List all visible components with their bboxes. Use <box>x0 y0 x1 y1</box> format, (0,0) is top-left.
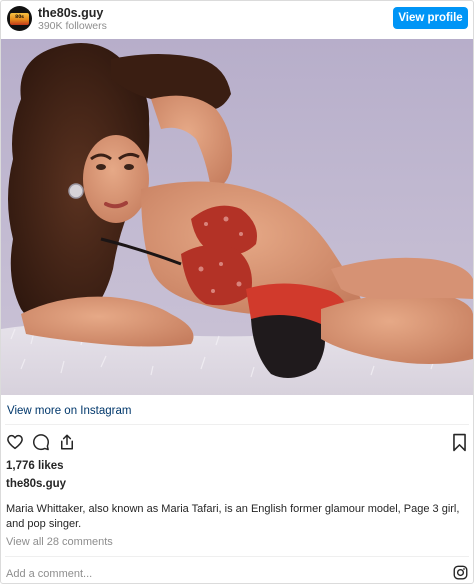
instagram-embed: 80s the80s.guy 390K followers View profi… <box>0 0 474 584</box>
divider <box>5 556 469 557</box>
avatar[interactable]: 80s <box>7 6 32 31</box>
thigh <box>331 257 473 300</box>
account-username[interactable]: the80s.guy <box>38 6 103 20</box>
left-eye <box>96 164 106 170</box>
bookmark-icon[interactable] <box>451 433 468 452</box>
post-image[interactable] <box>1 39 473 395</box>
follower-count: 390K followers <box>38 20 107 32</box>
comment-icon[interactable] <box>32 433 50 451</box>
post-caption: Maria Whittaker, also known as Maria Taf… <box>6 503 460 530</box>
share-icon[interactable] <box>58 433 76 451</box>
face <box>83 135 149 223</box>
post-username[interactable]: the80s.guy <box>6 477 66 491</box>
heart-icon[interactable] <box>6 433 24 451</box>
avatar-logo: 80s <box>10 12 29 25</box>
view-more-link[interactable]: View more on Instagram <box>7 404 131 418</box>
add-comment-input[interactable] <box>6 567 426 581</box>
like-count[interactable]: 1,776 likes <box>6 459 64 473</box>
earring <box>68 183 84 199</box>
divider <box>5 424 469 425</box>
avatar-logo-text: 80s <box>15 15 24 21</box>
view-profile-button[interactable]: View profile <box>393 7 468 29</box>
post-header: 80s the80s.guy 390K followers View profi… <box>1 1 473 39</box>
instagram-icon[interactable] <box>453 565 468 580</box>
right-eye <box>124 164 134 170</box>
view-all-comments-link[interactable]: View all 28 comments <box>6 535 113 549</box>
